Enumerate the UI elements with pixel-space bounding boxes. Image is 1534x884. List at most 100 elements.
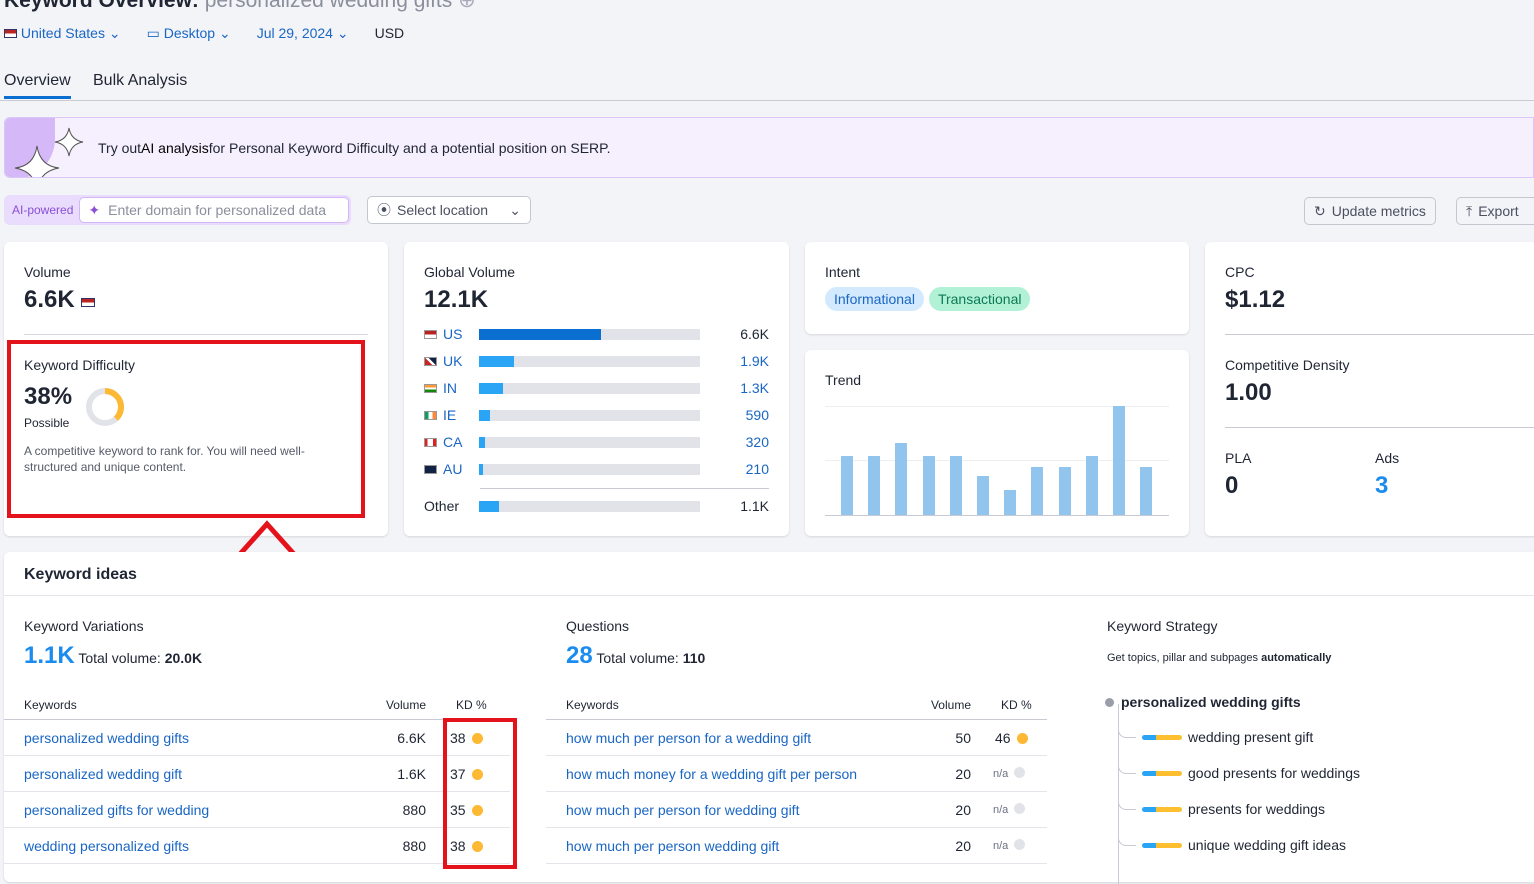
country-row: IN 1.3K	[424, 380, 769, 396]
strategy-root[interactable]: personalized wedding gifts	[1121, 694, 1301, 710]
keyword-link[interactable]: personalized wedding gifts	[4, 730, 346, 746]
country-row: CA 320	[424, 434, 769, 450]
table-row: how much per person wedding gift 20 n/a	[546, 828, 1047, 864]
kd-dot-icon	[1014, 803, 1026, 814]
keyword-link[interactable]: personalized wedding gift	[4, 766, 346, 782]
topic-bar-icon	[1142, 771, 1182, 776]
intent-informational: Informational	[825, 287, 924, 311]
trend-bar	[1058, 467, 1071, 515]
volume-label: Volume	[24, 264, 71, 280]
density-label: Competitive Density	[1225, 357, 1350, 373]
country-row: IE 590	[424, 407, 769, 423]
ads-label: Ads	[1375, 450, 1400, 466]
keyword-ideas-panel: Keyword ideas Keyword Variations 1.1K To…	[4, 552, 1534, 884]
keyword-link[interactable]: how much per person for wedding gift	[546, 802, 891, 818]
tree-connector	[1118, 764, 1136, 774]
flag-icon	[424, 383, 437, 393]
country-row: AU 210	[424, 461, 769, 477]
variations-count[interactable]: 1.1K	[24, 642, 75, 669]
country-row: US 6.6K	[424, 326, 769, 342]
desktop-icon: ▭	[146, 25, 160, 41]
tabs: Overview Bulk Analysis	[0, 70, 1534, 101]
pla-value: 0	[1225, 472, 1239, 499]
trend-bar	[1031, 467, 1044, 515]
volume-bar	[479, 409, 700, 421]
strategy-item[interactable]: unique wedding gift ideas	[1188, 837, 1346, 853]
strategy-item[interactable]: presents for weddings	[1188, 801, 1325, 817]
volume-cell: 20	[955, 837, 971, 854]
date-select[interactable]: Jul 29, 2024 ⌄	[257, 25, 349, 42]
volume-cell: 20	[955, 765, 971, 782]
keyword-link[interactable]: personalized gifts for wedding	[4, 802, 346, 818]
device-select[interactable]: ▭ Desktop ⌄	[147, 25, 231, 42]
kd-dot-icon	[1014, 839, 1026, 850]
tree-connector	[1118, 836, 1136, 846]
questions-count[interactable]: 28	[566, 642, 593, 669]
volume-value: 6.6K	[24, 286, 96, 314]
ads-value[interactable]: 3	[1375, 472, 1388, 500]
flag-icon	[424, 329, 437, 339]
keyword-link[interactable]: how much per person for a wedding gift	[546, 730, 891, 746]
location-pin-icon: ⦿	[377, 202, 391, 218]
trend-bar	[1140, 467, 1153, 515]
ai-banner: Try out AI analysis for Personal Keyword…	[4, 117, 1534, 178]
global-volume-label: Global Volume	[424, 264, 516, 280]
variations-label[interactable]: Keyword Variations	[24, 618, 144, 634]
table-row: personalized wedding gifts 6.6K 38	[4, 720, 510, 756]
intent-transactional: Transactional	[928, 287, 1031, 311]
cpc-card: CPC $1.12 Competitive Density 1.00 PLA 0…	[1205, 242, 1534, 536]
highlight-box-kd	[7, 340, 365, 518]
volume-cell: 880	[402, 801, 426, 818]
cpc-value: $1.12	[1225, 286, 1286, 313]
ai-personalize-box: AI-powered ✦ Enter domain for personalize…	[4, 195, 352, 225]
flag-icon	[424, 437, 437, 447]
strategy-item[interactable]: good presents for weddings	[1188, 765, 1360, 781]
topic-bar-icon	[1142, 843, 1182, 848]
pla-label: PLA	[1225, 450, 1252, 466]
country-row: UK 1.9K	[424, 353, 769, 369]
tab-overview[interactable]: Overview	[4, 72, 71, 99]
kd-cell: n/a	[993, 840, 1009, 852]
kd-cell: n/a	[993, 804, 1009, 816]
ai-powered-badge: AI-powered	[12, 203, 74, 217]
kd-dot-icon	[1014, 767, 1026, 778]
update-metrics-button[interactable]: ↻ Update metrics	[1304, 197, 1436, 225]
kd-cell: n/a	[993, 768, 1009, 780]
intent-label: Intent	[825, 264, 861, 280]
keyword-link[interactable]: wedding personalized gifts	[4, 838, 346, 854]
table-row: personalized wedding gift 1.6K 37	[4, 756, 510, 792]
tree-root-dot	[1105, 698, 1114, 707]
strategy-item[interactable]: wedding present gift	[1188, 729, 1313, 745]
keyword-link[interactable]: how much money for a wedding gift per pe…	[546, 766, 891, 782]
tree-connector	[1118, 800, 1136, 810]
flag-icon	[424, 464, 437, 474]
sparkle-icon: ✦	[88, 201, 101, 218]
currency: USD	[374, 25, 405, 41]
volume-cell: 880	[402, 837, 426, 854]
global-volume-card: Global Volume 12.1K US 6.6K UK 1.9K IN 1.3K IE…	[404, 242, 789, 536]
volume-cell: 6.6K	[397, 729, 426, 746]
add-icon[interactable]: ⊕	[458, 0, 476, 12]
trend-bar	[1085, 456, 1098, 515]
flag-icon	[424, 356, 437, 366]
kd-dot-icon	[1016, 732, 1028, 744]
table-row: wedding personalized gifts 880 38	[4, 828, 510, 864]
table-header: Keywords Volume KD %	[4, 690, 510, 720]
location-select[interactable]: ⦿ Select location ⌄	[367, 196, 531, 224]
sparkle-icon	[14, 127, 84, 177]
keyword-text: personalized wedding gifts	[204, 0, 453, 12]
volume-cell: 20	[955, 801, 971, 818]
table-header: Keywords Volume KD %	[546, 690, 1047, 720]
keyword-link[interactable]: how much per person wedding gift	[546, 838, 891, 854]
tab-bulk-analysis[interactable]: Bulk Analysis	[93, 72, 187, 90]
volume-bar	[479, 328, 700, 340]
trend-label: Trend	[825, 372, 862, 388]
questions-label[interactable]: Questions	[566, 618, 629, 634]
country-select[interactable]: United States ⌄	[4, 25, 121, 42]
table-row: how much per person for a wedding gift 50…	[546, 720, 1047, 756]
domain-input[interactable]: ✦ Enter domain for personalized data	[79, 197, 350, 223]
topic-bar-icon	[1142, 807, 1182, 812]
volume-cell: 1.6K	[397, 765, 426, 782]
trend-card: Trend	[805, 350, 1189, 536]
export-button[interactable]: ⤒ Export	[1456, 197, 1534, 225]
